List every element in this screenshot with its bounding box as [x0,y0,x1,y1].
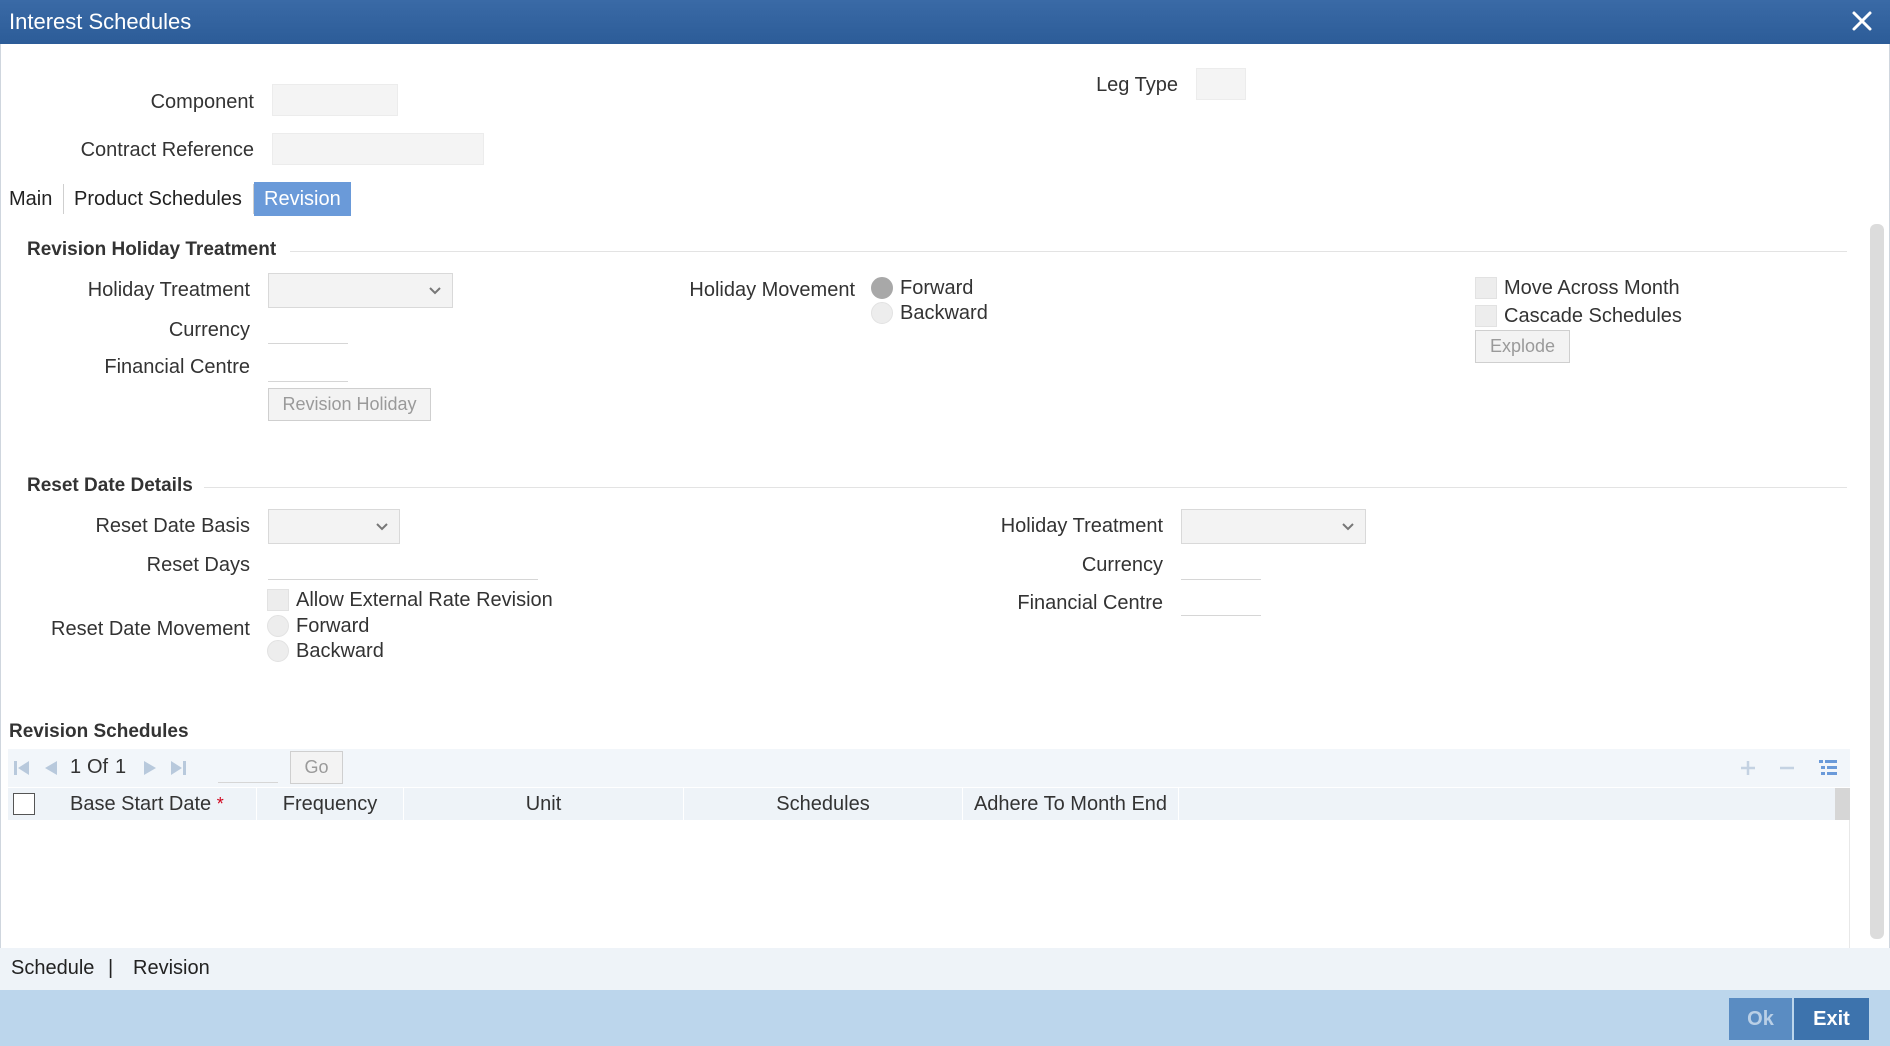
single-view-icon[interactable] [1817,757,1839,785]
footer-links-bar: Schedule | Revision [0,948,1890,990]
reset-forward-label: Forward [296,615,370,637]
column-header-unit[interactable]: Unit [404,788,683,820]
holiday-treatment-label: Holiday Treatment [87,279,250,301]
reset-date-section-title: Reset Date Details [27,475,193,496]
vertical-scrollbar[interactable] [1870,224,1884,939]
reset-financial-centre-label: Financial Centre [1017,592,1163,614]
reset-currency-label: Currency [1081,554,1163,576]
move-across-month-checkbox[interactable] [1475,277,1497,299]
grid-body [8,820,1850,948]
page-of-label: Of [87,756,109,778]
reset-date-basis-label: Reset Date Basis [95,515,250,537]
page-current: 1 [70,756,82,778]
leg-type-field[interactable] [1196,68,1246,100]
grid-toolbar: 1 Of 1 Go [8,749,1850,787]
contract-reference-label: Contract Reference [80,139,254,161]
delete-row-icon[interactable] [1776,757,1798,785]
move-across-month-label: Move Across Month [1504,277,1680,299]
page-number-input[interactable] [218,757,278,783]
first-page-icon[interactable] [12,758,32,784]
select-all-checkbox[interactable] [13,793,35,815]
reset-date-movement-label: Reset Date Movement [51,618,250,640]
holiday-treatment-select[interactable] [268,273,453,308]
holiday-backward-label: Backward [900,302,988,324]
window-title: Interest Schedules [9,9,192,34]
grid-header: Base Start Date * Frequency Unit Schedul… [8,788,1850,820]
financial-centre-label: Financial Centre [104,356,250,378]
allow-external-rate-revision-label: Allow External Rate Revision [296,589,553,611]
close-icon[interactable] [1848,7,1876,35]
column-separator [1178,788,1179,820]
currency-label: Currency [168,319,250,341]
schedule-link[interactable]: Schedule [11,957,94,980]
section-divider [290,251,1847,252]
grid-scrollbar[interactable] [1835,788,1850,820]
holiday-forward-radio[interactable] [871,277,893,299]
column-header-schedules[interactable]: Schedules [684,788,962,820]
required-marker: * [216,794,224,814]
reset-currency-field[interactable] [1181,552,1261,580]
chevron-down-icon [376,522,388,530]
tab-revision[interactable]: Revision [254,182,351,216]
holiday-forward-label: Forward [900,277,974,299]
reset-forward-radio[interactable] [267,615,289,637]
tab-product-schedules[interactable]: Product Schedules [74,182,242,216]
explode-button[interactable]: Explode [1475,330,1570,363]
cascade-schedules-label: Cascade Schedules [1504,305,1682,327]
revision-holiday-section-title: Revision Holiday Treatment [27,239,277,260]
contract-reference-field[interactable] [272,133,484,165]
page-total: 1 [115,756,127,778]
holiday-movement-label: Holiday Movement [689,279,855,301]
chevron-down-icon [429,286,441,294]
add-row-icon[interactable] [1737,757,1759,785]
financial-centre-field[interactable] [268,354,348,382]
exit-button[interactable]: Exit [1794,998,1869,1040]
reset-backward-label: Backward [296,640,384,662]
reset-holiday-treatment-label: Holiday Treatment [1000,515,1163,537]
previous-page-icon[interactable] [41,758,61,784]
footer-link-separator: | [108,957,114,979]
bottom-action-bar: Ok Exit [0,990,1890,1046]
reset-date-basis-select[interactable] [268,509,400,544]
window-title-bar: Interest Schedules [0,0,1890,44]
column-header-base-start-date[interactable]: Base Start Date * [70,788,224,820]
allow-external-rate-revision-checkbox[interactable] [267,589,289,611]
currency-field[interactable] [268,316,348,344]
component-field[interactable] [272,84,398,116]
reset-holiday-treatment-select[interactable] [1181,509,1366,544]
reset-backward-radio[interactable] [267,640,289,662]
column-label: Base Start Date [70,793,212,815]
last-page-icon[interactable] [168,758,188,784]
holiday-backward-radio[interactable] [871,302,893,324]
reset-days-label: Reset Days [146,554,250,576]
leg-type-label: Leg Type [1096,74,1178,96]
reset-days-field[interactable] [268,552,538,580]
tab-main[interactable]: Main [9,182,52,216]
chevron-down-icon [1342,522,1354,530]
revision-holiday-button[interactable]: Revision Holiday [268,388,431,421]
revision-schedules-title: Revision Schedules [9,721,189,742]
tab-separator [63,184,64,214]
component-label: Component [150,91,254,113]
reset-financial-centre-field[interactable] [1181,588,1261,616]
revision-link[interactable]: Revision [133,957,210,980]
go-button[interactable]: Go [290,751,343,784]
section-divider [204,487,1847,488]
cascade-schedules-checkbox[interactable] [1475,305,1497,327]
next-page-icon[interactable] [140,758,160,784]
ok-button[interactable]: Ok [1729,998,1792,1040]
column-header-adhere-to-month-end[interactable]: Adhere To Month End [963,788,1178,820]
column-header-frequency[interactable]: Frequency [257,788,403,820]
